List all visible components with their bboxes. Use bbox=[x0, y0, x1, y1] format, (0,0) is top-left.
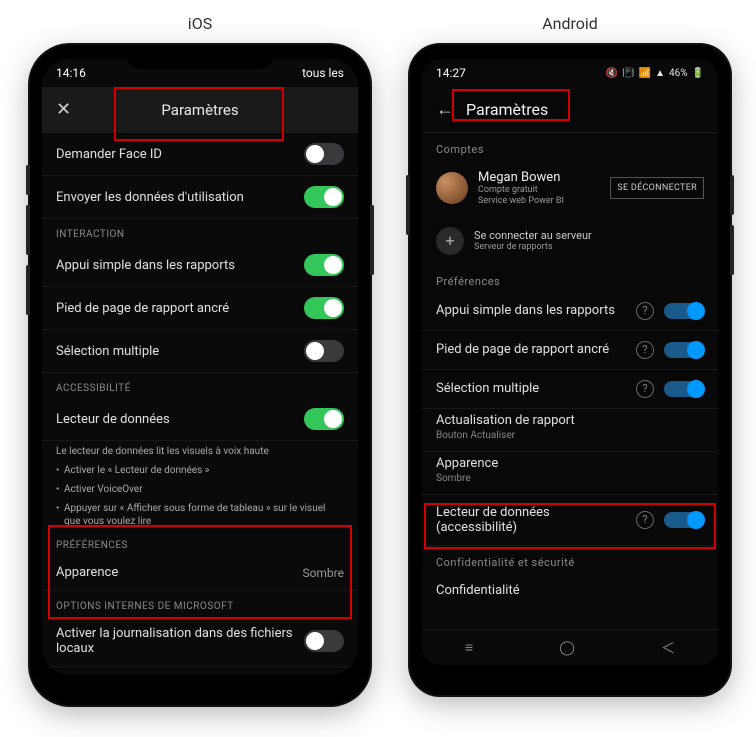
setting-docked-footer[interactable]: Pied de page de rapport ancré ? bbox=[422, 331, 718, 370]
help-icon[interactable]: ? bbox=[636, 380, 654, 398]
setting-data-reader[interactable]: Lecteur de données bbox=[42, 398, 358, 441]
appearance-value: Sombre bbox=[302, 566, 344, 580]
toggle-single-tap[interactable] bbox=[304, 254, 344, 276]
help-icon[interactable]: ? bbox=[636, 511, 654, 529]
setting-send-diagnostics[interactable]: Envoyer les informations de diagnostic bbox=[42, 667, 358, 675]
battery-icon: 🔋 bbox=[692, 68, 704, 79]
page-title: Paramètres bbox=[80, 101, 320, 119]
vibrate-icon: 📳 bbox=[622, 68, 634, 79]
status-time: 14:16 bbox=[56, 66, 86, 80]
wifi-icon: 📶 bbox=[639, 68, 651, 79]
plus-icon: + bbox=[436, 227, 464, 255]
connect-sub: Serveur de rapports bbox=[474, 242, 704, 253]
toggle-single-tap[interactable] bbox=[664, 303, 704, 319]
platform-label-android: Android bbox=[542, 14, 598, 33]
setting-privacy[interactable]: Confidentialité bbox=[422, 573, 718, 608]
connect-title: Se connecter au serveur bbox=[474, 229, 704, 242]
page-title: Paramètres bbox=[466, 100, 548, 119]
nav-back-icon[interactable]: ＜ bbox=[661, 638, 675, 658]
setting-report-refresh[interactable]: Actualisation de rapport Bouton Actualis… bbox=[422, 409, 718, 452]
avatar bbox=[436, 172, 468, 204]
toggle-faceid[interactable] bbox=[304, 143, 344, 165]
status-text: tous les bbox=[302, 66, 344, 80]
setting-multi-select[interactable]: Sélection multiple bbox=[42, 330, 358, 373]
data-reader-desc: Le lecteur de données lit les visuels à … bbox=[42, 441, 358, 460]
status-icons: 🔇 📳 📶 ▲ 46% 🔋 bbox=[606, 68, 704, 79]
toggle-data-reader[interactable] bbox=[664, 512, 704, 528]
nav-recent-icon[interactable]: ≡ bbox=[465, 639, 473, 656]
setting-appearance[interactable]: Apparence Sombre bbox=[42, 555, 358, 591]
account-row[interactable]: Megan Bowen Compte gratuit Service web P… bbox=[422, 160, 718, 217]
signal-icon: ▲ bbox=[655, 68, 665, 79]
toggle-multi-select[interactable] bbox=[304, 340, 344, 362]
setting-require-faceid[interactable]: Demander Face ID bbox=[42, 133, 358, 176]
section-preferences: PRÉFÉRENCES bbox=[42, 530, 358, 555]
account-service: Service web Power BI bbox=[478, 196, 600, 207]
android-nav-bar: ≡ ◯ ＜ bbox=[422, 629, 718, 665]
section-internal: OPTIONS INTERNES DE MICROSOFT bbox=[42, 591, 358, 616]
android-navbar: ← Paramètres bbox=[422, 87, 718, 133]
platform-label-ios: iOS bbox=[188, 14, 212, 33]
section-accounts: Comptes bbox=[422, 133, 718, 160]
account-name: Megan Bowen bbox=[478, 170, 600, 185]
toggle-data-reader[interactable] bbox=[304, 408, 344, 430]
setting-docked-footer[interactable]: Pied de page de rapport ancré bbox=[42, 287, 358, 330]
mute-icon: 🔇 bbox=[606, 68, 618, 79]
status-time: 14:27 bbox=[436, 66, 466, 80]
android-status-bar: 14:27 🔇 📳 📶 ▲ 46% 🔋 bbox=[422, 59, 718, 87]
connect-server-row[interactable]: + Se connecter au serveur Serveur de rap… bbox=[422, 217, 718, 265]
signout-button[interactable]: SE DÉCONNECTER bbox=[610, 177, 704, 199]
setting-send-usage[interactable]: Envoyer les données d'utilisation bbox=[42, 176, 358, 219]
data-reader-step2: Activer VoiceOver bbox=[42, 479, 358, 498]
nav-home-icon[interactable]: ◯ bbox=[559, 640, 575, 656]
android-phone-frame: 14:27 🔇 📳 📶 ▲ 46% 🔋 ← Paramètres Com bbox=[410, 45, 730, 695]
setting-appearance[interactable]: Apparence Sombre bbox=[422, 452, 718, 495]
ios-navbar: ✕ Paramètres bbox=[42, 87, 358, 133]
setting-multi-select[interactable]: Sélection multiple ? bbox=[422, 370, 718, 409]
section-accessibility: ACCESSIBILITÉ bbox=[42, 373, 358, 398]
setting-single-tap[interactable]: Appui simple dans les rapports ? bbox=[422, 292, 718, 331]
setting-file-logging[interactable]: Activer la journalisation dans des fichi… bbox=[42, 616, 358, 667]
back-arrow-icon[interactable]: ← bbox=[436, 99, 458, 120]
data-reader-step3: Appuyer sur « Afficher sous forme de tab… bbox=[42, 498, 358, 530]
toggle-multi-select[interactable] bbox=[664, 381, 704, 397]
setting-single-tap[interactable]: Appui simple dans les rapports bbox=[42, 244, 358, 287]
section-privacy: Confidentialité et sécurité bbox=[422, 546, 718, 573]
toggle-file-logging[interactable] bbox=[304, 630, 344, 652]
toggle-usage[interactable] bbox=[304, 186, 344, 208]
section-preferences: Préférences bbox=[422, 265, 718, 292]
help-icon[interactable]: ? bbox=[636, 341, 654, 359]
close-icon[interactable]: ✕ bbox=[56, 99, 80, 120]
toggle-docked-footer[interactable] bbox=[664, 342, 704, 358]
section-interaction: INTERACTION bbox=[42, 219, 358, 244]
account-type: Compte gratuit bbox=[478, 185, 600, 196]
data-reader-step1: Activer le « Lecteur de données » bbox=[42, 460, 358, 479]
setting-data-reader[interactable]: Lecteur de données (accessibilité) ? bbox=[422, 495, 718, 546]
toggle-docked-footer[interactable] bbox=[304, 297, 344, 319]
battery-text: 46% bbox=[669, 68, 688, 79]
ios-phone-frame: 14:16 tous les ✕ Paramètres Demander Fac… bbox=[30, 45, 370, 705]
help-icon[interactable]: ? bbox=[636, 302, 654, 320]
